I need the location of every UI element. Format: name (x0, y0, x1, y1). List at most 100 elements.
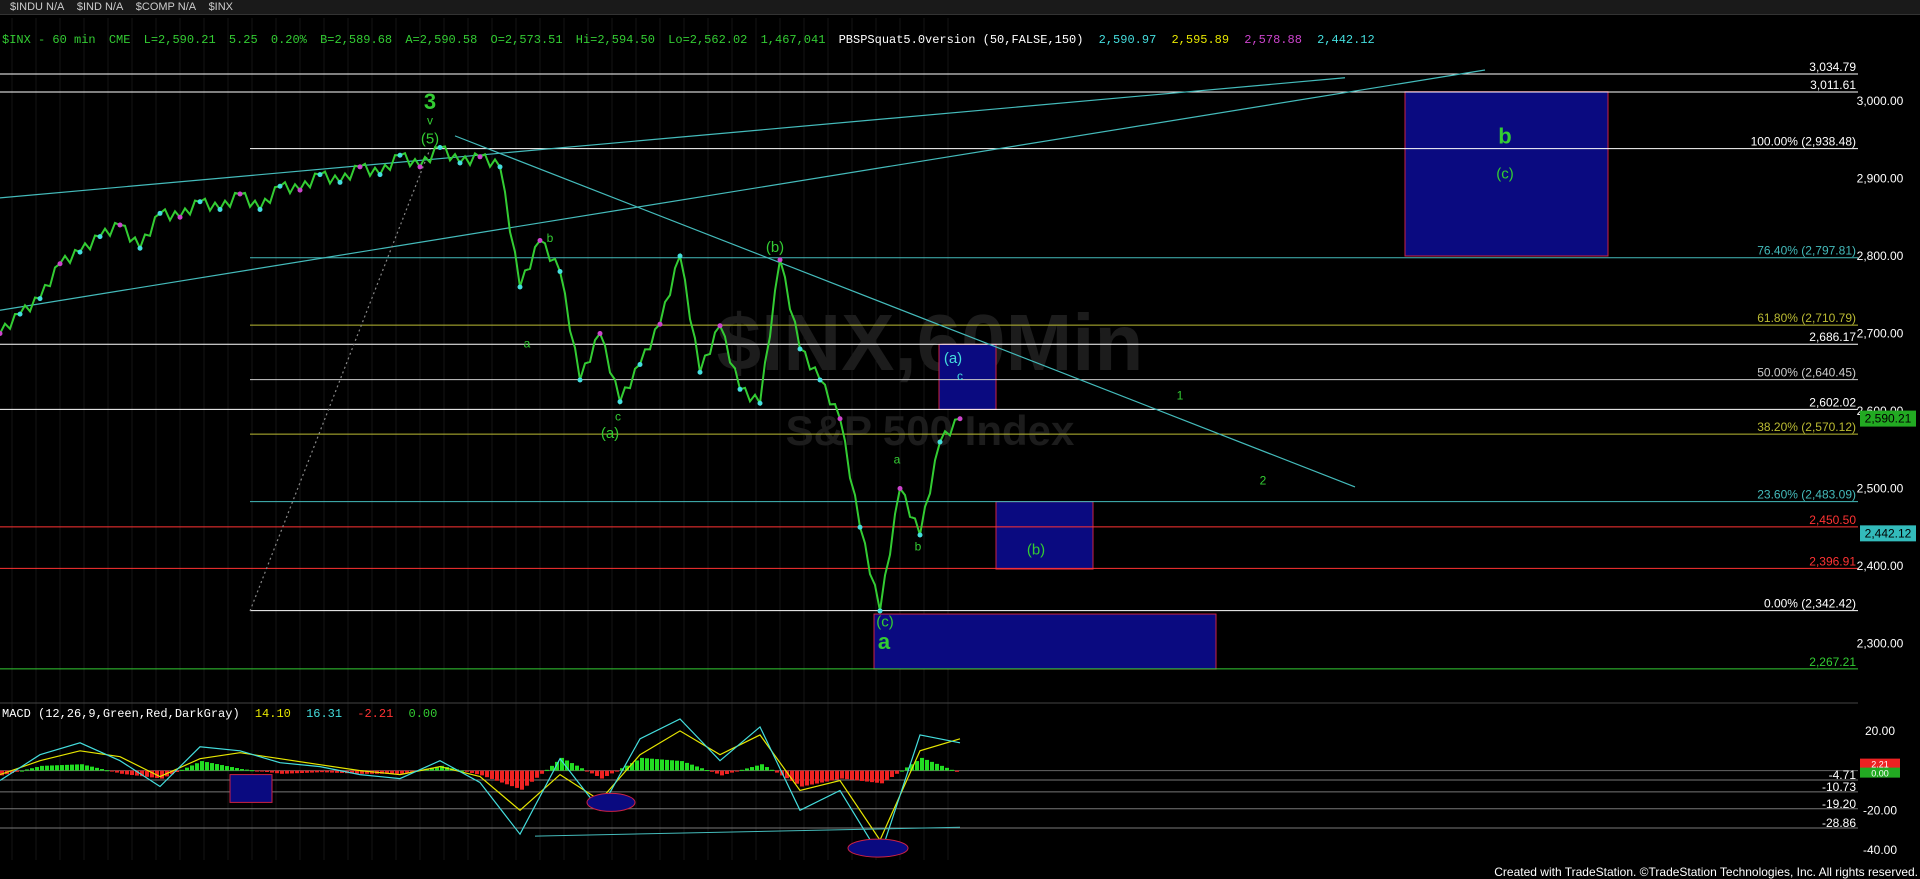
price-point (377, 172, 383, 178)
macd-trendline (534, 826, 961, 837)
macd-hist-bar (640, 757, 644, 771)
macd-hist-bar (755, 765, 759, 771)
macd-hist-bar (510, 770, 514, 787)
header-change: 5.25 (229, 33, 258, 47)
macd-hist-bar (280, 770, 284, 774)
price-point (717, 323, 723, 329)
price-point (217, 207, 223, 212)
price-point (577, 377, 583, 383)
macd-hist-bar (235, 768, 239, 771)
macd-lines (0, 718, 961, 858)
wave-label-9: c (957, 369, 963, 383)
macd-hist-bar (765, 767, 769, 771)
macd-hist-bar (750, 767, 754, 771)
price-point (197, 199, 203, 205)
header-study: PBSPSquat5.0version (50,FALSE,150) (839, 33, 1084, 47)
price-point (857, 524, 863, 530)
macd-hist-bar (840, 770, 844, 779)
macd-hist-bar (290, 770, 294, 774)
header-low: Lo=2,562.02 (668, 33, 747, 47)
macd-hist-bar (515, 770, 519, 788)
macd-mark-2 (586, 792, 636, 812)
price-point (0, 331, 3, 336)
macd-hist-bar (225, 766, 229, 771)
macd-highlight-marks (229, 774, 909, 858)
macd-hist-bar (770, 769, 774, 771)
macd-legend-value-3: -2.21 (357, 707, 393, 721)
macd-hist-bar (925, 759, 929, 771)
macd-legend-value-1: 14.10 (255, 707, 291, 721)
wave-label-16: a (878, 629, 891, 654)
wave-label-13: b (915, 540, 922, 554)
price-tick-1: 2,400.00 (1857, 559, 1904, 573)
header-volume: 1,467,041 (761, 33, 826, 47)
price-point (77, 249, 83, 255)
price-point (797, 346, 803, 352)
price-chart[interactable]: $INX,60Min S&P 500 Index 3,034.79 3,011.6… (0, 0, 1920, 879)
macd-hist-bar (65, 764, 69, 771)
macd-hist-bar (675, 760, 679, 771)
macd-hist-bar (855, 770, 859, 781)
price-point (477, 154, 483, 160)
macd-hist-bar (615, 770, 619, 772)
price-point (397, 152, 403, 158)
macd-hist-bar (845, 770, 849, 780)
macd-hist-bar (260, 770, 264, 772)
header-last: L=2,590.21 (144, 33, 216, 47)
macd-hist-bar (395, 770, 399, 774)
macd-panel[interactable]: MACD (12,26,9,Green,Red,DarkGray) 14.10 … (0, 707, 1900, 858)
macd-hist-bar (800, 770, 804, 787)
price-point (417, 164, 423, 170)
price-point (237, 191, 243, 197)
macd-hist-bar (255, 770, 259, 772)
macd-hist-bar (865, 770, 869, 782)
macd-hist-bar (955, 770, 959, 772)
macd-hist-bar (270, 770, 274, 773)
wave-label-7: (b) (766, 239, 784, 256)
macd-hist-bar (195, 763, 199, 771)
level-label-11: 2,396.91 (1809, 554, 1856, 568)
macd-hist-bar (525, 770, 529, 786)
macd-hist-bar (730, 770, 734, 773)
header-ask: A=2,590.58 (405, 33, 477, 47)
price-point (617, 399, 623, 405)
wave-label-1: v (427, 113, 433, 127)
macd-hist-bar (110, 770, 114, 772)
price-point (737, 386, 743, 392)
macd-hist-bar (690, 764, 694, 771)
macd-line (0, 718, 961, 858)
macd-hist-bar (870, 770, 874, 783)
price-point (457, 160, 463, 166)
macd-hist-bar (240, 769, 244, 771)
wave-label-4: a (524, 336, 531, 350)
price-tag-0: 2,590.21 (1865, 412, 1912, 426)
price-point (137, 245, 143, 251)
macd-hist-bar (915, 761, 919, 771)
price-point (777, 257, 783, 263)
macd-hist-bar (660, 759, 664, 771)
macd-hist-bar (835, 770, 839, 780)
macd-hist-bar (670, 760, 674, 771)
macd-hist-bar (795, 770, 799, 784)
macd-hist-bar (495, 770, 499, 781)
macd-hist-bar (610, 770, 614, 774)
macd-hist-bar (895, 770, 899, 774)
macd-hist-bar (880, 770, 884, 784)
macd-hist-bar (185, 767, 189, 771)
price-point (537, 238, 543, 243)
wave-label-0: 3 (424, 89, 436, 114)
macd-hist-bar (820, 770, 824, 783)
macd-hist-bar (695, 766, 699, 771)
macd-tick-2: -40.00 (1863, 843, 1897, 857)
macd-hist-bar (710, 770, 714, 772)
macd-hist-bar (810, 770, 814, 785)
macd-hist-bar (535, 770, 539, 778)
wave-label-18: (c) (1496, 166, 1514, 183)
macd-hist-bar (935, 763, 939, 771)
level-label-6: 50.00% (2,640.45) (1757, 366, 1856, 380)
macd-hist-bar (320, 770, 324, 773)
macd-legend: MACD (12,26,9,Green,Red,DarkGray) 14.10 … (2, 707, 437, 721)
macd-hist-bar (265, 770, 269, 773)
macd-hist-bar (275, 770, 279, 774)
macd-hist-bar (655, 759, 659, 771)
